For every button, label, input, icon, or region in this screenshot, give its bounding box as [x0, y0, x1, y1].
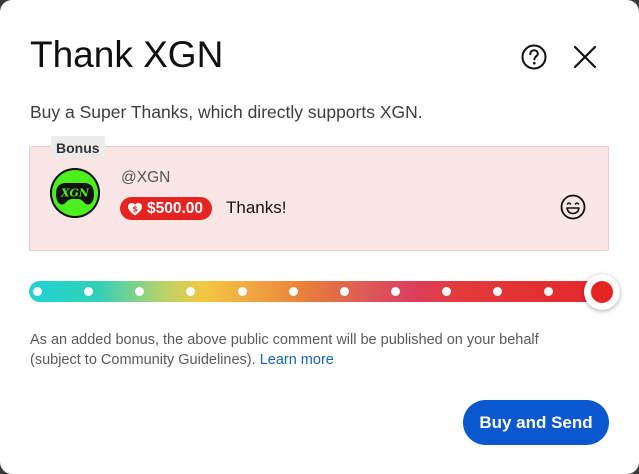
super-thanks-dialog: Thank XGN Buy a Super Thanks, which dire… [0, 0, 639, 474]
svg-text:$: $ [132, 204, 138, 213]
buy-and-send-button[interactable]: Buy and Send [463, 400, 609, 445]
slider-step-1[interactable] [33, 287, 42, 296]
amount-slider[interactable] [29, 274, 620, 310]
slider-step-4[interactable] [186, 287, 195, 296]
help-circle-icon [521, 44, 547, 70]
comment-preview: Bonus XGN @XGN $ $500.00 Thanks! [29, 136, 609, 251]
close-icon [573, 45, 597, 69]
slider-step-8[interactable] [391, 287, 400, 296]
avatar-logo-text: XGN [60, 187, 90, 200]
dialog-subtitle: Buy a Super Thanks, which directly suppo… [30, 102, 423, 122]
amount-badge: $ $500.00 [120, 197, 213, 220]
slider-step-6[interactable] [289, 287, 298, 296]
emoji-button[interactable] [559, 193, 587, 221]
slider-step-9[interactable] [442, 287, 451, 296]
dialog-title: Thank XGN [30, 34, 224, 75]
slider-step-11[interactable] [544, 287, 553, 296]
slider-track[interactable] [29, 281, 609, 302]
slider-handle-indicator [591, 281, 613, 303]
learn-more-link[interactable]: Learn more [260, 352, 334, 368]
slider-step-7[interactable] [340, 287, 349, 296]
slider-handle[interactable] [584, 274, 620, 310]
bonus-tag: Bonus [51, 136, 105, 158]
comment-text: Thanks! [226, 198, 287, 217]
amount-value: $500.00 [147, 199, 204, 217]
avatar: XGN [50, 168, 100, 218]
close-button[interactable] [570, 42, 600, 72]
smiley-emoji-icon [560, 194, 586, 220]
help-button[interactable] [519, 42, 549, 72]
bonus-note: As an added bonus, the above public comm… [30, 330, 590, 370]
slider-step-10[interactable] [493, 287, 502, 296]
slider-step-5[interactable] [238, 287, 247, 296]
slider-step-2[interactable] [84, 287, 93, 296]
slider-step-3[interactable] [135, 287, 144, 296]
super-thanks-dollar-heart-icon: $ [128, 202, 142, 215]
channel-handle: @XGN [121, 169, 171, 186]
